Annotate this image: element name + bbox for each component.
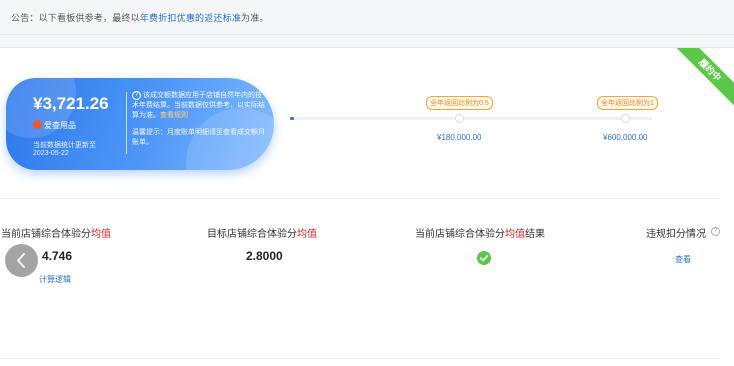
calc-logic-link[interactable]: 计算逻辑 [39,274,71,285]
milestone-value: ¥600,000.00 [603,133,648,142]
status-ribbon: 履约中 [674,48,734,108]
brand-name: 爱查用品 [44,121,76,130]
stat-label-current-avg: 当前店铺综合体验分均值 [1,225,111,240]
stat-value-target-avg: 2.8000 [246,249,283,263]
brand-logo-icon [33,120,42,129]
stat-label-target-avg: 目标店铺综合体验分均值 [207,225,317,240]
stat-label-highlight: 均值 [91,229,111,240]
milestone-value: ¥180,000.00 [437,133,482,142]
progress-fill [290,117,294,120]
stat-label-text: 当前店铺综合体验分 [1,229,91,240]
milestone-badge: 全年返回比例为1 [597,96,658,110]
stat-value-current-avg: 4.746 [42,249,73,263]
section-gap [0,35,734,47]
chevron-left-icon [17,253,25,268]
milestone-node [621,114,630,123]
stat-label-highlight: 均值 [505,229,525,240]
milestone-node [455,114,464,123]
milestone-badge: 全年返回比例为0.5 [426,96,493,110]
back-button[interactable] [5,244,38,277]
card-divider [126,92,127,154]
stat-label-text: 目标店铺综合体验分 [207,229,297,240]
status-ribbon-label: 履约中 [674,48,734,108]
stat-label-suffix: 结果 [525,229,545,240]
announcement-suffix: 为准。 [241,13,269,23]
rules-link[interactable]: 查看规则 [160,112,188,119]
turnover-card: ¥3,721.26 爱查用品 当前数据统计更新至 2023-05-22 ? 该成… [6,78,274,170]
update-label: 当前数据统计更新至 [33,142,96,149]
section-divider [0,198,720,199]
stat-label-result: 当前店铺综合体验分均值结果 [415,225,545,240]
card-description: 该成交额数据应用于店铺自然年内的技术年费结算。当前数据仅供参考，以实际结算为准。… [132,91,268,121]
update-date: 2023-05-22 [33,150,69,157]
announcement-prefix: 公告：以下看板供参考，最终以 [11,13,140,23]
announcement-link[interactable]: 年费折扣优惠的返还标准 [140,13,241,23]
stat-label-highlight: 均值 [297,229,317,240]
card-tip: 温馨提示：月度账单明细请至查看成交额月账单。 [132,129,265,146]
stat-label-violations: 违规扣分情况 [646,225,706,240]
view-violations-link[interactable]: 查看 [675,254,691,265]
card-description-text: 该成交额数据应用于店铺自然年内的技术年费结算。当前数据仅供参考，以实际结算为准。 [132,92,265,119]
announcement-text: 公告：以下看板供参考，最终以年费折扣优惠的返还标准为准。 [11,11,269,24]
turnover-amount: ¥3,721.26 [33,94,109,113]
brand-tag: 爱查用品 [33,120,76,131]
stat-label-text: 违规扣分情况 [646,229,706,240]
progress-track [290,117,652,120]
panel-bottom-divider [0,358,720,359]
help-icon[interactable]: ? [711,227,720,236]
stat-label-text: 当前店铺综合体验分 [415,229,505,240]
rebate-panel: 履约中 ¥3,721.26 爱查用品 当前数据统计更新至 2023-05-22 … [0,47,734,366]
announcement-bar: 公告：以下看板供参考，最终以年费折扣优惠的返还标准为准。 [0,0,734,35]
check-circle-icon [477,251,491,265]
